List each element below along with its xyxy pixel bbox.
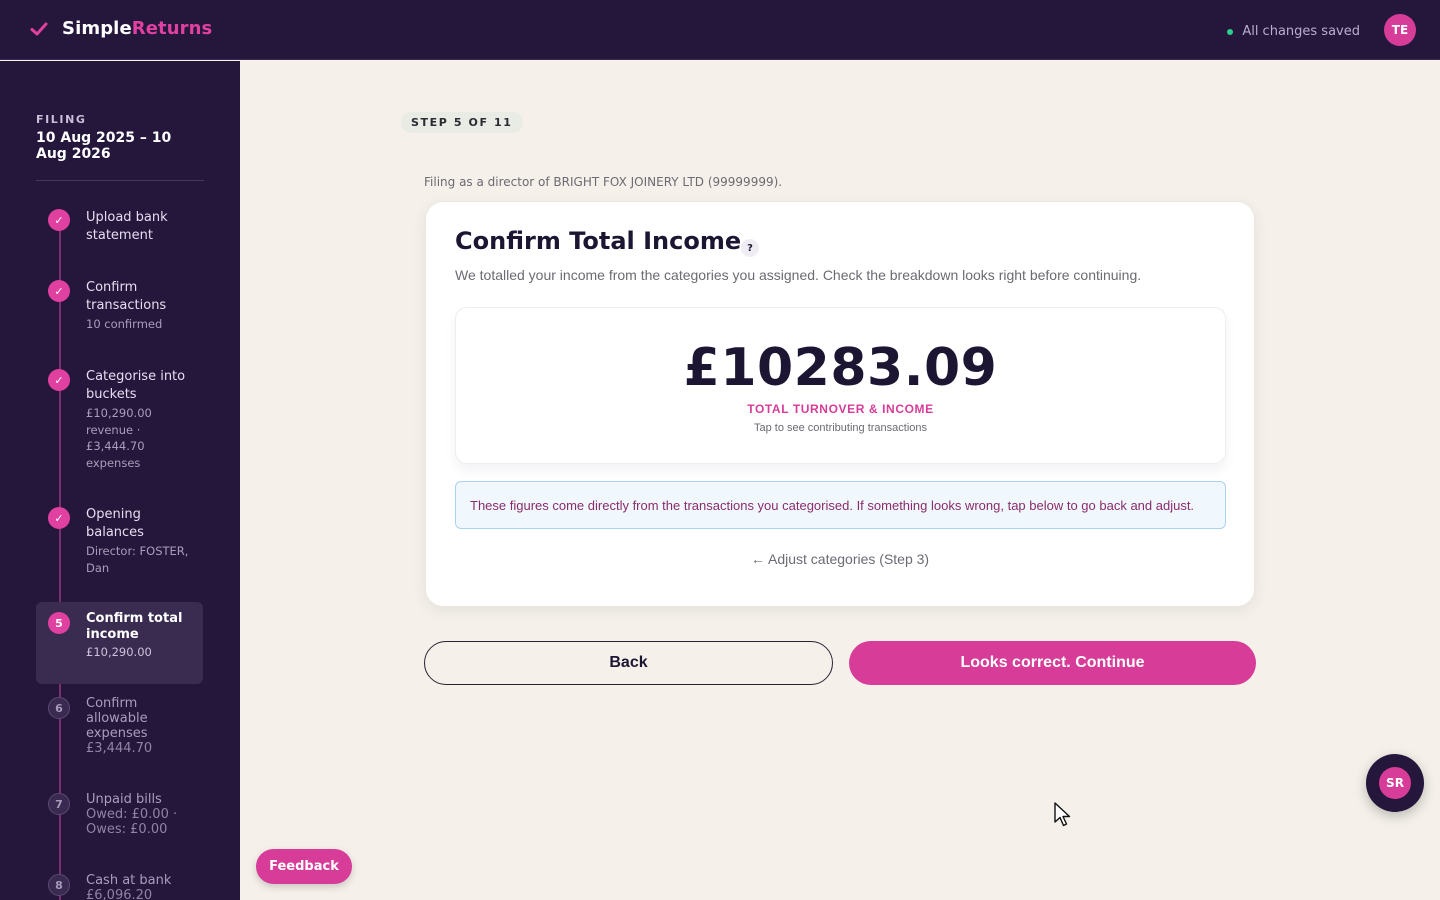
status-dot-icon (1227, 28, 1234, 35)
total-income-panel[interactable]: £10283.09 TOTAL TURNOVER & INCOME Tap to… (455, 307, 1226, 464)
step-subtitle: £10,290.00 (86, 645, 152, 659)
brand-logo[interactable]: SimpleReturns (62, 18, 212, 39)
info-callout-text: These figures come directly from the tra… (470, 497, 1195, 513)
step-subtitle: Owed: £0.00 · Owes: £0.00 (86, 807, 178, 837)
filing-label: FILING (36, 113, 87, 126)
save-status: All changes saved (1227, 24, 1360, 39)
continue-button[interactable]: Looks correct. Continue (849, 641, 1256, 685)
brand-name-accent: Returns (131, 18, 213, 39)
save-status-text: All changes saved (1242, 24, 1360, 39)
confirm-income-card: Confirm Total Income ? We totalled your … (425, 201, 1255, 607)
step-subtitle: 10 confirmed (86, 317, 163, 331)
total-label: TOTAL TURNOVER & INCOME (747, 402, 934, 416)
step-number-badge: 5 (48, 612, 70, 634)
step-subtitle: £10,290.00 revenue · £3,444.70 expenses (86, 406, 152, 470)
mouse-cursor-icon (1054, 802, 1071, 827)
sidebar-divider (36, 180, 204, 181)
filing-context-note: Filing as a director of BRIGHT FOX JOINE… (424, 175, 783, 189)
step-check-icon: ✓ (48, 209, 70, 231)
total-amount: £10283.09 (683, 338, 998, 398)
step-title: Opening balances (86, 507, 144, 540)
step-number-badge: 7 (48, 793, 70, 815)
step-title: Upload bank statement (86, 210, 168, 243)
user-avatar[interactable]: TE (1384, 14, 1416, 46)
sidebar-step-categorise[interactable]: ✓ Categorise into buckets £10,290.00 rev… (36, 366, 203, 476)
sidebar: FILING 10 Aug 2025 – 10 Aug 2026 ✓ Uploa… (0, 61, 240, 900)
step-title: Confirm total income (86, 611, 183, 642)
step-check-icon: ✓ (48, 507, 70, 529)
step-subtitle: £3,444.70 (86, 741, 153, 756)
back-button[interactable]: Back (424, 641, 833, 685)
top-bar: SimpleReturns All changes saved TE (0, 0, 1440, 60)
brand-name-primary: Simple (62, 18, 132, 39)
step-subtitle: Director: FOSTER, Dan (86, 544, 189, 575)
info-callout: These figures come directly from the tra… (455, 481, 1226, 529)
feedback-button[interactable]: Feedback (256, 849, 352, 884)
card-description: We totalled your income from the categor… (455, 267, 1142, 283)
step-title: Unpaid bills (86, 792, 162, 807)
step-number-badge: 6 (48, 697, 70, 719)
step-indicator: STEP 5 OF 11 (401, 112, 523, 133)
step-title: Categorise into buckets (86, 369, 186, 402)
adjust-categories-link[interactable]: ← Adjust categories (Step 3) (426, 551, 1254, 567)
sidebar-step-confirm-expenses[interactable]: 6 Confirm allowable expenses £3,444.70 (36, 696, 203, 761)
page-title: Confirm Total Income (455, 227, 742, 255)
check-logo-icon (30, 22, 48, 36)
step-number-badge: 8 (48, 874, 70, 896)
sidebar-step-confirm-total-income[interactable]: 5 Confirm total income £10,290.00 (36, 602, 203, 684)
sidebar-step-confirm-transactions[interactable]: ✓ Confirm transactions 10 confirmed (36, 277, 203, 337)
step-check-icon: ✓ (48, 280, 70, 302)
step-check-icon: ✓ (48, 369, 70, 391)
step-title: Cash at bank (86, 873, 172, 888)
sidebar-step-cash-at-bank[interactable]: 8 Cash at bank £6,096.20 (36, 873, 203, 900)
step-title: Confirm transactions (86, 280, 167, 313)
chat-avatar: SR (1379, 767, 1411, 799)
filing-dates: 10 Aug 2025 – 10 Aug 2026 (36, 130, 172, 162)
step-subtitle: £6,096.20 (86, 888, 153, 900)
help-icon[interactable]: ? (741, 239, 759, 257)
chat-launcher-button[interactable]: SR (1366, 754, 1424, 812)
total-hint: Tap to see contributing transactions (753, 422, 928, 434)
sidebar-step-unpaid-bills[interactable]: 7 Unpaid bills Owed: £0.00 · Owes: £0.00 (36, 792, 203, 842)
sidebar-step-opening-balances[interactable]: ✓ Opening balances Director: FOSTER, Dan (36, 505, 203, 575)
step-title: Confirm allowable expenses (86, 696, 148, 741)
sidebar-step-upload-bank-statement[interactable]: ✓ Upload bank statement (36, 206, 203, 251)
